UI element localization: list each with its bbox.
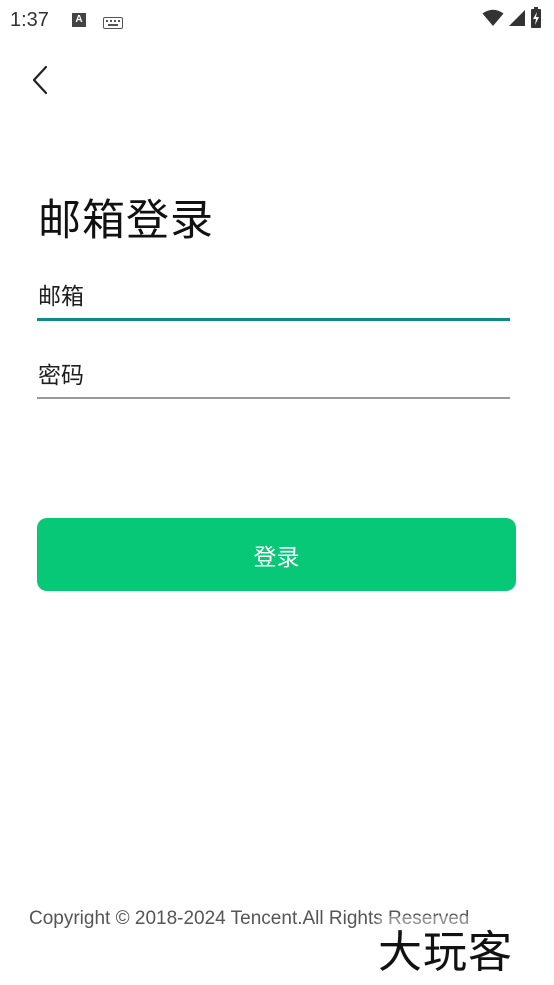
back-button[interactable] <box>20 60 60 104</box>
battery-icon <box>530 7 542 33</box>
watermark-logo: 大玩客 <box>378 916 513 980</box>
signal-icon <box>508 9 526 31</box>
password-field-underline <box>37 397 510 399</box>
password-field[interactable] <box>37 357 510 397</box>
status-time: 1:37 <box>10 9 49 31</box>
email-field-underline <box>37 318 510 321</box>
chevron-left-icon <box>31 65 49 99</box>
password-field-container <box>37 357 510 399</box>
page-title: 邮箱登录 <box>38 196 214 246</box>
email-field-container <box>37 278 510 321</box>
keyboard-icon <box>103 14 123 33</box>
login-button[interactable]: 登录 <box>37 518 516 591</box>
wifi-icon <box>482 9 504 31</box>
email-field[interactable] <box>37 278 510 318</box>
status-bar: 1:37 A <box>0 0 554 42</box>
a-notification-icon: A <box>72 13 86 27</box>
